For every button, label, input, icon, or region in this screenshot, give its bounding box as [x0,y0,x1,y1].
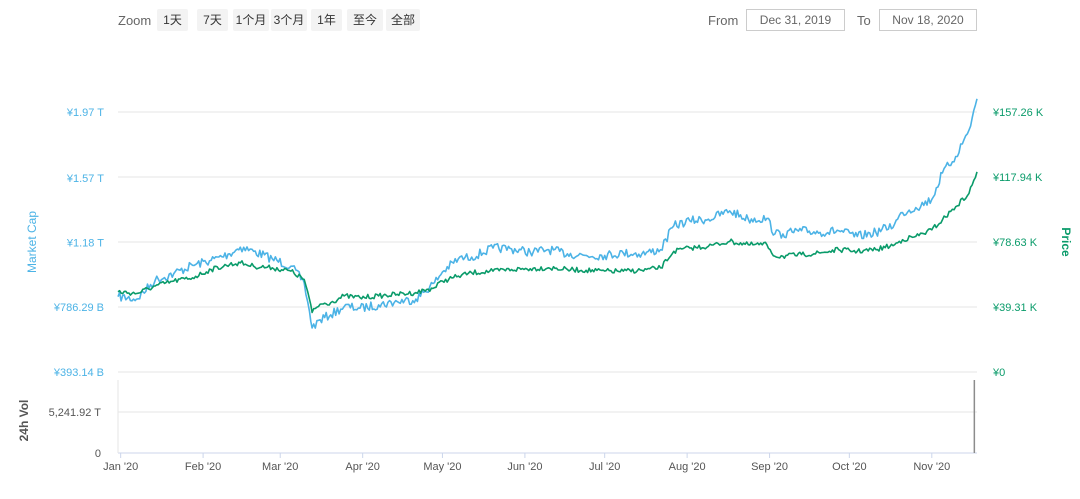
x-axis-tick-label: May '20 [423,461,461,473]
x-axis-tick-label: Jan '20 [103,461,138,473]
market-chart[interactable]: ¥393.14 B ¥786.29 B ¥1.18 T ¥1.57 T ¥1.97 T ¥… [0,0,1080,499]
right-axis-tick-label: ¥39.31 K [992,302,1038,314]
grid-lines [117,111,977,454]
x-axis-tick-label: Nov '20 [913,461,950,473]
x-axis-tick-label: Jun '20 [507,461,542,473]
right-axis-tick-label: ¥157.26 K [992,107,1044,119]
x-axis-tick-label: Apr '20 [345,461,380,473]
x-axis-tick-label: Feb '20 [185,461,221,473]
right-axis-title: Price [1059,227,1073,257]
series-lines [117,98,978,453]
volume-axis-tick-label: 5,241.92 T [49,407,102,419]
axis-ticks: ¥393.14 B ¥786.29 B ¥1.18 T ¥1.57 T ¥1.97 T ¥… [49,107,1044,473]
x-axis-tick-label: Jul '20 [589,461,620,473]
axis-titles: Market Cap Price 24h Vol [17,211,1073,442]
volume-axis-tick-label: 0 [95,448,101,460]
right-axis-tick-label: ¥78.63 K [992,237,1038,249]
left-axis-tick-label: ¥786.29 B [53,302,104,314]
volume-axis-title: 24h Vol [17,400,31,442]
left-axis-tick-label: ¥1.18 T [66,237,104,249]
x-axis-tick-label: Mar '20 [262,461,298,473]
right-axis-tick-label: ¥117.94 K [992,172,1043,184]
left-axis-tick-label: ¥1.57 T [66,173,104,185]
x-axis-tick-label: Oct '20 [832,461,867,473]
left-axis-tick-label: ¥393.14 B [53,367,104,379]
x-axis-tick-label: Aug '20 [669,461,706,473]
left-axis-title: Market Cap [25,211,39,273]
right-axis-tick-label: ¥0 [992,367,1005,379]
x-axis-tick-label: Sep '20 [751,461,788,473]
left-axis-tick-label: ¥1.97 T [66,107,104,119]
market-cap-line [117,98,978,329]
